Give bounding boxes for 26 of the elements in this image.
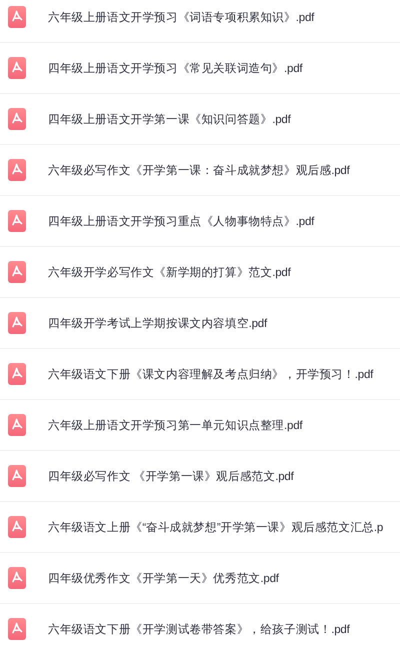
file-name[interactable]: 六年级上册语文开学预习第一单元知识点整理.pdf [48, 418, 302, 432]
pdf-file-icon [8, 516, 26, 538]
pdf-file-icon [8, 618, 26, 640]
pdf-file-icon [8, 261, 26, 283]
pdf-file-icon [8, 312, 26, 334]
file-name[interactable]: 六年级语文下册《课文内容理解及考点归纳》，开学预习！.pdf [48, 366, 374, 382]
pdf-file-icon [8, 414, 26, 436]
pdf-file-icon [8, 363, 26, 385]
file-name[interactable]: 六年级语文上册《“奋斗成就梦想”开学第一课》观后感范文汇总.p [48, 520, 384, 534]
pdf-file-icon [8, 108, 26, 130]
file-name[interactable]: 四年级开学考试上学期按课文内容填空.pdf [48, 316, 267, 330]
pdf-file-icon [8, 57, 26, 79]
pdf-file-icon [8, 159, 26, 181]
pdf-file-icon [8, 6, 26, 28]
file-name[interactable]: 四年级上册语文开学预习《常见关联词造句》.pdf [48, 60, 302, 76]
file-name[interactable]: 六年级必写作文《开学第一课：奋斗成就梦想》观后感.pdf [48, 162, 350, 178]
file-name[interactable]: 六年级语文下册《开学测试卷带答案》，给孩子测试！.pdf [48, 622, 350, 636]
pdf-file-icon [8, 210, 26, 232]
file-name[interactable]: 六年级开学必写作文《新学期的打算》范文.pdf [48, 264, 291, 280]
file-name[interactable]: 四年级优秀作文《开学第一天》优秀范文.pdf [48, 570, 279, 586]
file-name[interactable]: 四年级上册语文开学预习重点《人物事物特点》.pdf [48, 214, 314, 228]
file-name[interactable]: 四年级上册语文开学第一课《知识问答题》.pdf [48, 112, 291, 126]
pdf-file-icon [8, 465, 26, 487]
file-name[interactable]: 四年级必写作文 《开学第一课》观后感范文.pdf [48, 468, 294, 484]
file-name[interactable]: 六年级上册语文开学预习《词语专项积累知识》.pdf [48, 10, 314, 24]
pdf-file-icon [8, 567, 26, 589]
